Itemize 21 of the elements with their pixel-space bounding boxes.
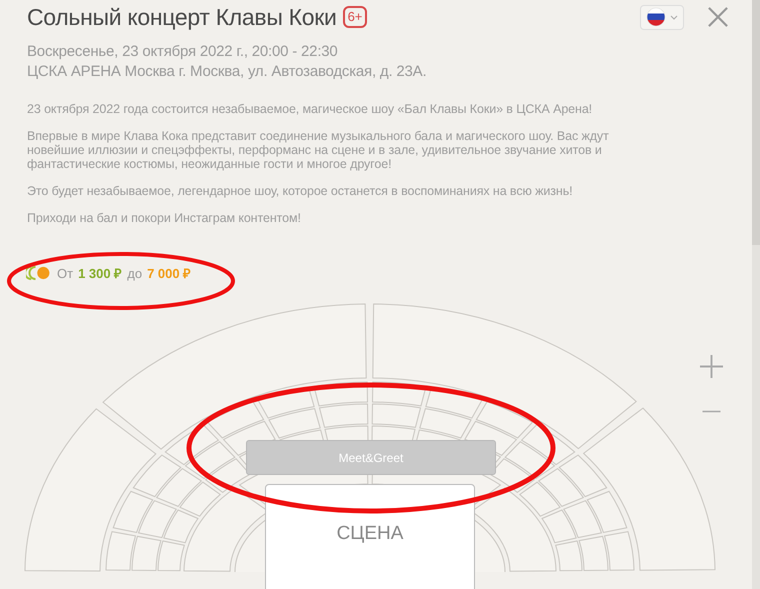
close-icon[interactable] <box>708 7 728 27</box>
description-paragraph: 23 октября 2022 года состоится незабываемое, магическое шоу «Бал Клавы Коки» в ЦСКА Арена! <box>27 102 594 116</box>
price-from-label: От <box>57 266 74 280</box>
description-paragraph: Это будет незабываемое, легендарное шоу, которое останется в воспоминаниях на всю жизнь! <box>27 184 574 198</box>
description-paragraph: Приходи на бал и покори Инстаграм контентом! <box>27 211 302 225</box>
scrollbar[interactable] <box>752 0 760 589</box>
zoom-out-icon[interactable] <box>700 410 723 413</box>
event-title: Сольный концерт Клавы Коки <box>27 4 337 30</box>
description-paragraph: Впервые в мире Клава Кока представит соединение музыкального бала и магического шоу. Вас ждут новейшие иллюзии и спецэффекты, перформанс на сцене и в зале, удивительное звучание хитов и фантастические костюмы, неожиданные гости и многое другое! <box>27 129 610 171</box>
caret-icon <box>670 14 678 20</box>
venue-address: ЦСКА АРЕНА Москва г. Москва, ул. Автозаводская, д. 23А. <box>27 62 428 82</box>
stage-area: СЦЕНА <box>265 484 475 589</box>
age-badge: 6+ <box>342 6 368 28</box>
zoom-in-icon[interactable] <box>700 355 723 378</box>
min-price: 1 300 ₽ <box>78 265 122 282</box>
flag-icon <box>646 7 666 27</box>
language-dropdown[interactable] <box>640 4 684 30</box>
event-date: Воскресенье, 23 октября 2022 г., 20:00 - 22:30 <box>27 42 339 62</box>
max-price: 7 000 ₽ <box>147 265 192 282</box>
price-to-label: до <box>127 266 142 280</box>
coins-icon <box>26 266 52 280</box>
